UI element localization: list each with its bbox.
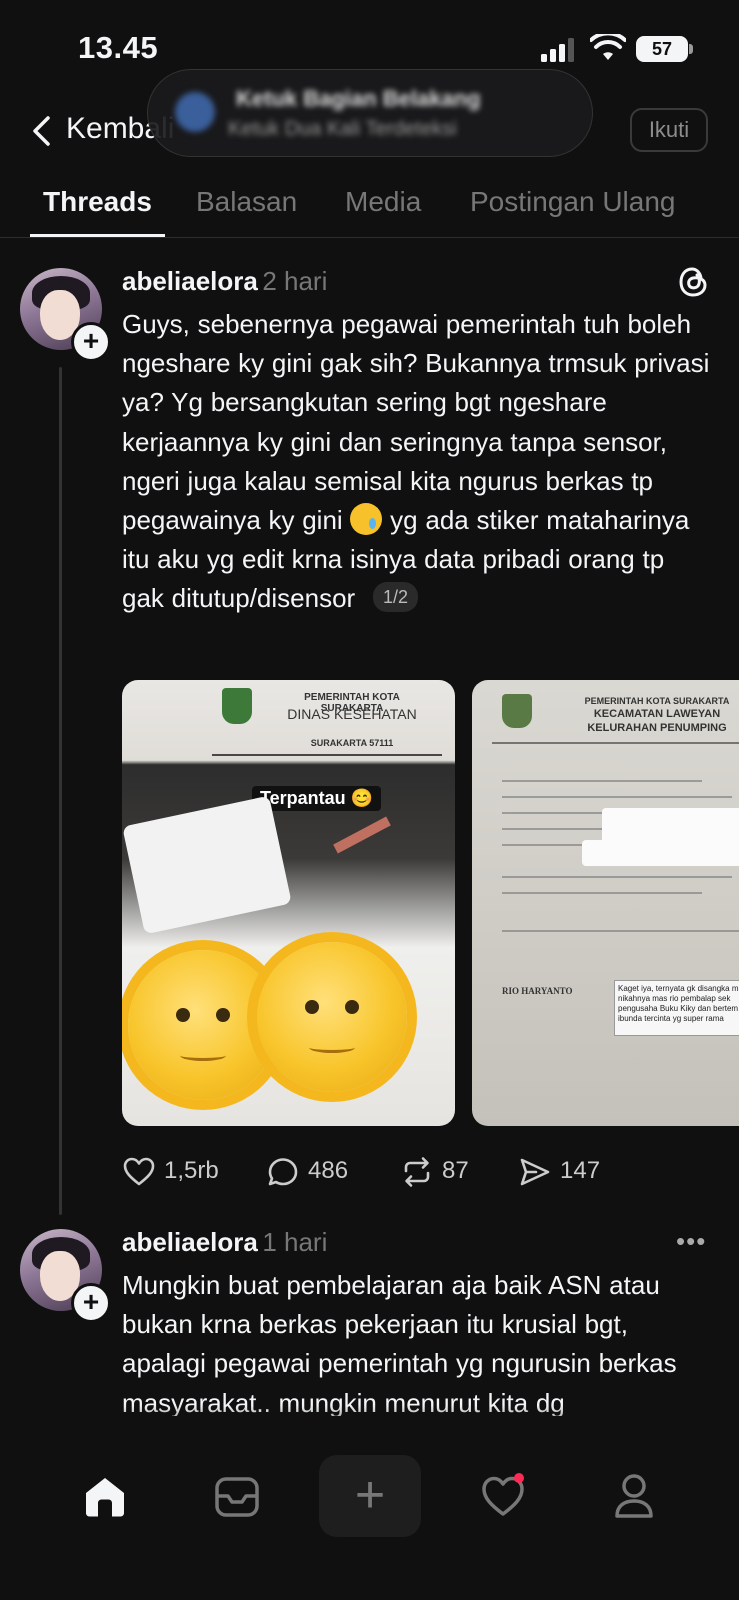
- notification-subtitle: Ketuk Dua Kali Terdeteksi: [228, 118, 457, 140]
- like-count: 1,5rb: [164, 1157, 219, 1184]
- doc1-subheader: DINAS KESEHATAN: [287, 706, 417, 722]
- share-icon: [520, 1158, 550, 1186]
- inbox-icon[interactable]: [214, 1476, 260, 1518]
- page-indicator: 1/2: [372, 582, 418, 613]
- doc2-logo: [502, 694, 532, 728]
- paper-stack: [122, 795, 292, 935]
- more-icon[interactable]: •••: [676, 1226, 706, 1257]
- tab-balasan[interactable]: Balasan: [196, 186, 297, 218]
- post-header: abeliaelora 2 hari: [122, 266, 327, 297]
- sun-sticker-left: [128, 950, 278, 1100]
- tab-postingan-ulang[interactable]: Postingan Ulang: [470, 186, 675, 218]
- post-text: Mungkin buat pembelajaran aja baik ASN a…: [122, 1270, 677, 1416]
- comment-icon: [268, 1158, 298, 1186]
- reply-button[interactable]: 486: [266, 1155, 366, 1189]
- repost-count: 87: [442, 1157, 469, 1184]
- like-button[interactable]: 1,5rb: [122, 1155, 232, 1189]
- tab-divider: [0, 237, 739, 238]
- battery-icon: 57: [636, 36, 688, 62]
- doc2-header: PEMERINTAH KOTA SURAKARTA: [584, 696, 730, 706]
- post-time: 1 hari: [262, 1227, 328, 1257]
- redaction-patch-2: [582, 840, 739, 866]
- new-thread-button[interactable]: +: [319, 1455, 421, 1537]
- username[interactable]: abeliaelora: [122, 1227, 258, 1257]
- doc1-city: SURAKARTA 57111: [310, 738, 394, 748]
- repost-button[interactable]: 87: [400, 1155, 480, 1189]
- reply-count: 486: [308, 1157, 349, 1184]
- tab-media[interactable]: Media: [345, 186, 421, 218]
- battery-nub: [689, 44, 693, 54]
- share-button[interactable]: 147: [518, 1155, 608, 1189]
- post-text: Guys, sebenernya pegawai pemerintah tuh …: [122, 305, 712, 619]
- notification-title: Ketuk Bagian Belakang: [236, 86, 481, 111]
- post-image-1[interactable]: PEMERINTAH KOTA SURAKARTA DINAS KESEHATA…: [122, 680, 455, 1126]
- follow-plus-badge[interactable]: +: [71, 1283, 111, 1323]
- doc2-subheader: KECAMATAN LAWEYAN: [593, 708, 721, 720]
- back-chevron-icon[interactable]: [28, 114, 54, 148]
- post-text-part1: Guys, sebenernya pegawai pemerintah tuh …: [122, 309, 710, 536]
- wifi-icon: [590, 34, 626, 60]
- signal-icon: [541, 38, 574, 62]
- content-fade: [0, 1405, 739, 1445]
- follow-plus-badge[interactable]: +: [71, 322, 111, 362]
- thread-connector-line: [59, 367, 62, 1215]
- post-header: abeliaelora 1 hari: [122, 1227, 327, 1258]
- crying-face-emoji: [350, 503, 383, 536]
- status-time: 13.45: [78, 30, 159, 65]
- doc1-logo: [222, 688, 252, 724]
- pen: [333, 816, 391, 854]
- follow-button[interactable]: Ikuti: [630, 108, 708, 152]
- sun-sticker-right: [257, 942, 407, 1092]
- doc2-name: RIO HARYANTO: [502, 986, 573, 996]
- home-icon[interactable]: [82, 1475, 128, 1519]
- post-image-2[interactable]: PEMERINTAH KOTA SURAKARTA KECAMATAN LAWE…: [472, 680, 739, 1126]
- profile-icon[interactable]: [612, 1472, 656, 1520]
- doc2-subheader2: KELURAHAN PENUMPING: [587, 722, 727, 734]
- tab-threads[interactable]: Threads: [43, 186, 152, 218]
- share-count: 147: [560, 1157, 601, 1184]
- threads-logo-icon: [679, 267, 707, 297]
- notification-dot: [514, 1473, 524, 1483]
- notification-app-icon: [175, 92, 215, 132]
- repost-icon: [404, 1157, 430, 1187]
- doc2-caption: Kaget iya, ternyata gk disangka m nikahn…: [614, 980, 739, 1036]
- post-time: 2 hari: [262, 266, 328, 296]
- username[interactable]: abeliaelora: [122, 266, 258, 296]
- heart-icon: [123, 1157, 155, 1186]
